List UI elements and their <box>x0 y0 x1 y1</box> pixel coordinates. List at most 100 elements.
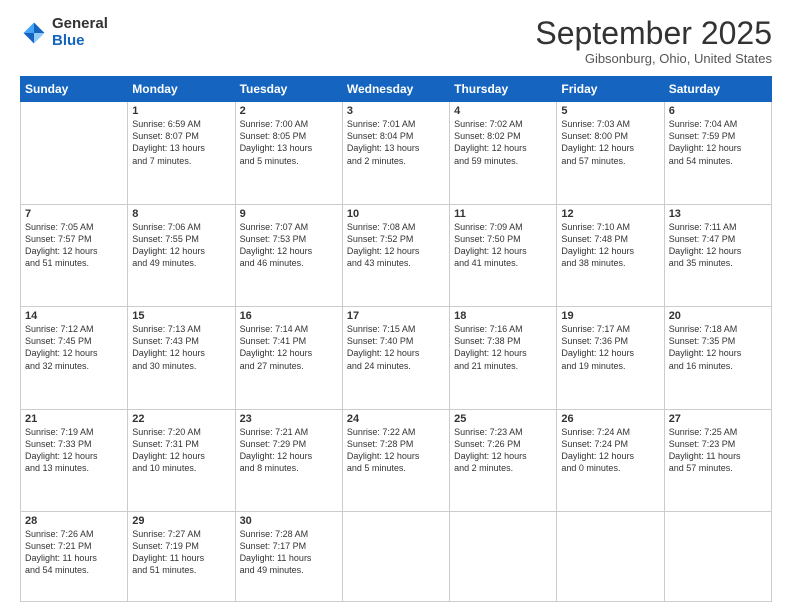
day-info: Sunrise: 7:24 AM Sunset: 7:24 PM Dayligh… <box>561 426 659 475</box>
calendar-cell: 24Sunrise: 7:22 AM Sunset: 7:28 PM Dayli… <box>342 409 449 511</box>
calendar-cell: 4Sunrise: 7:02 AM Sunset: 8:02 PM Daylig… <box>450 102 557 204</box>
day-header-sunday: Sunday <box>21 77 128 102</box>
calendar-table: SundayMondayTuesdayWednesdayThursdayFrid… <box>20 76 772 602</box>
calendar-cell: 3Sunrise: 7:01 AM Sunset: 8:04 PM Daylig… <box>342 102 449 204</box>
day-info: Sunrise: 7:07 AM Sunset: 7:53 PM Dayligh… <box>240 221 338 270</box>
calendar-cell <box>342 512 449 602</box>
month-title: September 2025 <box>535 16 772 51</box>
day-number: 7 <box>25 208 123 220</box>
day-info: Sunrise: 7:08 AM Sunset: 7:52 PM Dayligh… <box>347 221 445 270</box>
day-number: 1 <box>132 105 230 117</box>
calendar-cell <box>664 512 771 602</box>
calendar-cell <box>21 102 128 204</box>
calendar-cell: 13Sunrise: 7:11 AM Sunset: 7:47 PM Dayli… <box>664 204 771 306</box>
day-number: 11 <box>454 208 552 220</box>
day-header-thursday: Thursday <box>450 77 557 102</box>
day-info: Sunrise: 7:11 AM Sunset: 7:47 PM Dayligh… <box>669 221 767 270</box>
day-info: Sunrise: 7:14 AM Sunset: 7:41 PM Dayligh… <box>240 323 338 372</box>
day-info: Sunrise: 7:20 AM Sunset: 7:31 PM Dayligh… <box>132 426 230 475</box>
calendar-cell: 18Sunrise: 7:16 AM Sunset: 7:38 PM Dayli… <box>450 307 557 409</box>
day-info: Sunrise: 7:17 AM Sunset: 7:36 PM Dayligh… <box>561 323 659 372</box>
day-number: 15 <box>132 310 230 322</box>
day-info: Sunrise: 7:06 AM Sunset: 7:55 PM Dayligh… <box>132 221 230 270</box>
calendar-week-row: 14Sunrise: 7:12 AM Sunset: 7:45 PM Dayli… <box>21 307 772 409</box>
day-info: Sunrise: 6:59 AM Sunset: 8:07 PM Dayligh… <box>132 118 230 167</box>
day-number: 21 <box>25 413 123 425</box>
logo: General Blue <box>20 16 108 49</box>
day-number: 29 <box>132 515 230 527</box>
header: General Blue September 2025 Gibsonburg, … <box>20 16 772 66</box>
calendar-cell: 12Sunrise: 7:10 AM Sunset: 7:48 PM Dayli… <box>557 204 664 306</box>
day-number: 9 <box>240 208 338 220</box>
calendar-cell: 20Sunrise: 7:18 AM Sunset: 7:35 PM Dayli… <box>664 307 771 409</box>
calendar-week-row: 1Sunrise: 6:59 AM Sunset: 8:07 PM Daylig… <box>21 102 772 204</box>
calendar-cell: 29Sunrise: 7:27 AM Sunset: 7:19 PM Dayli… <box>128 512 235 602</box>
calendar-cell: 2Sunrise: 7:00 AM Sunset: 8:05 PM Daylig… <box>235 102 342 204</box>
day-info: Sunrise: 7:27 AM Sunset: 7:19 PM Dayligh… <box>132 528 230 577</box>
day-number: 10 <box>347 208 445 220</box>
day-number: 17 <box>347 310 445 322</box>
day-number: 16 <box>240 310 338 322</box>
day-number: 27 <box>669 413 767 425</box>
day-info: Sunrise: 7:00 AM Sunset: 8:05 PM Dayligh… <box>240 118 338 167</box>
calendar-cell: 6Sunrise: 7:04 AM Sunset: 7:59 PM Daylig… <box>664 102 771 204</box>
day-number: 28 <box>25 515 123 527</box>
day-header-monday: Monday <box>128 77 235 102</box>
day-number: 26 <box>561 413 659 425</box>
calendar-cell <box>450 512 557 602</box>
calendar-cell: 26Sunrise: 7:24 AM Sunset: 7:24 PM Dayli… <box>557 409 664 511</box>
day-number: 20 <box>669 310 767 322</box>
calendar-cell: 30Sunrise: 7:28 AM Sunset: 7:17 PM Dayli… <box>235 512 342 602</box>
day-info: Sunrise: 7:09 AM Sunset: 7:50 PM Dayligh… <box>454 221 552 270</box>
day-info: Sunrise: 7:18 AM Sunset: 7:35 PM Dayligh… <box>669 323 767 372</box>
calendar-cell: 16Sunrise: 7:14 AM Sunset: 7:41 PM Dayli… <box>235 307 342 409</box>
calendar-cell: 19Sunrise: 7:17 AM Sunset: 7:36 PM Dayli… <box>557 307 664 409</box>
day-info: Sunrise: 7:19 AM Sunset: 7:33 PM Dayligh… <box>25 426 123 475</box>
day-info: Sunrise: 7:12 AM Sunset: 7:45 PM Dayligh… <box>25 323 123 372</box>
day-info: Sunrise: 7:26 AM Sunset: 7:21 PM Dayligh… <box>25 528 123 577</box>
calendar-cell: 8Sunrise: 7:06 AM Sunset: 7:55 PM Daylig… <box>128 204 235 306</box>
day-number: 8 <box>132 208 230 220</box>
day-number: 5 <box>561 105 659 117</box>
day-header-wednesday: Wednesday <box>342 77 449 102</box>
day-info: Sunrise: 7:13 AM Sunset: 7:43 PM Dayligh… <box>132 323 230 372</box>
day-info: Sunrise: 7:10 AM Sunset: 7:48 PM Dayligh… <box>561 221 659 270</box>
day-info: Sunrise: 7:04 AM Sunset: 7:59 PM Dayligh… <box>669 118 767 167</box>
page: General Blue September 2025 Gibsonburg, … <box>0 0 792 612</box>
logo-text: General Blue <box>52 16 108 49</box>
day-info: Sunrise: 7:25 AM Sunset: 7:23 PM Dayligh… <box>669 426 767 475</box>
calendar-cell: 5Sunrise: 7:03 AM Sunset: 8:00 PM Daylig… <box>557 102 664 204</box>
day-number: 3 <box>347 105 445 117</box>
day-info: Sunrise: 7:21 AM Sunset: 7:29 PM Dayligh… <box>240 426 338 475</box>
calendar-cell: 27Sunrise: 7:25 AM Sunset: 7:23 PM Dayli… <box>664 409 771 511</box>
day-header-saturday: Saturday <box>664 77 771 102</box>
day-header-friday: Friday <box>557 77 664 102</box>
day-number: 13 <box>669 208 767 220</box>
day-header-tuesday: Tuesday <box>235 77 342 102</box>
day-number: 12 <box>561 208 659 220</box>
calendar-cell: 28Sunrise: 7:26 AM Sunset: 7:21 PM Dayli… <box>21 512 128 602</box>
calendar-week-row: 21Sunrise: 7:19 AM Sunset: 7:33 PM Dayli… <box>21 409 772 511</box>
day-info: Sunrise: 7:28 AM Sunset: 7:17 PM Dayligh… <box>240 528 338 577</box>
calendar-cell: 22Sunrise: 7:20 AM Sunset: 7:31 PM Dayli… <box>128 409 235 511</box>
day-number: 6 <box>669 105 767 117</box>
day-number: 30 <box>240 515 338 527</box>
day-number: 4 <box>454 105 552 117</box>
day-info: Sunrise: 7:03 AM Sunset: 8:00 PM Dayligh… <box>561 118 659 167</box>
day-info: Sunrise: 7:16 AM Sunset: 7:38 PM Dayligh… <box>454 323 552 372</box>
day-number: 22 <box>132 413 230 425</box>
calendar-cell: 21Sunrise: 7:19 AM Sunset: 7:33 PM Dayli… <box>21 409 128 511</box>
location: Gibsonburg, Ohio, United States <box>535 51 772 66</box>
calendar-cell: 17Sunrise: 7:15 AM Sunset: 7:40 PM Dayli… <box>342 307 449 409</box>
calendar-cell: 23Sunrise: 7:21 AM Sunset: 7:29 PM Dayli… <box>235 409 342 511</box>
day-info: Sunrise: 7:05 AM Sunset: 7:57 PM Dayligh… <box>25 221 123 270</box>
day-number: 24 <box>347 413 445 425</box>
calendar-week-row: 28Sunrise: 7:26 AM Sunset: 7:21 PM Dayli… <box>21 512 772 602</box>
calendar-cell <box>557 512 664 602</box>
calendar-header-row: SundayMondayTuesdayWednesdayThursdayFrid… <box>21 77 772 102</box>
title-block: September 2025 Gibsonburg, Ohio, United … <box>535 16 772 66</box>
day-info: Sunrise: 7:01 AM Sunset: 8:04 PM Dayligh… <box>347 118 445 167</box>
calendar-cell: 15Sunrise: 7:13 AM Sunset: 7:43 PM Dayli… <box>128 307 235 409</box>
day-number: 2 <box>240 105 338 117</box>
calendar-cell: 14Sunrise: 7:12 AM Sunset: 7:45 PM Dayli… <box>21 307 128 409</box>
